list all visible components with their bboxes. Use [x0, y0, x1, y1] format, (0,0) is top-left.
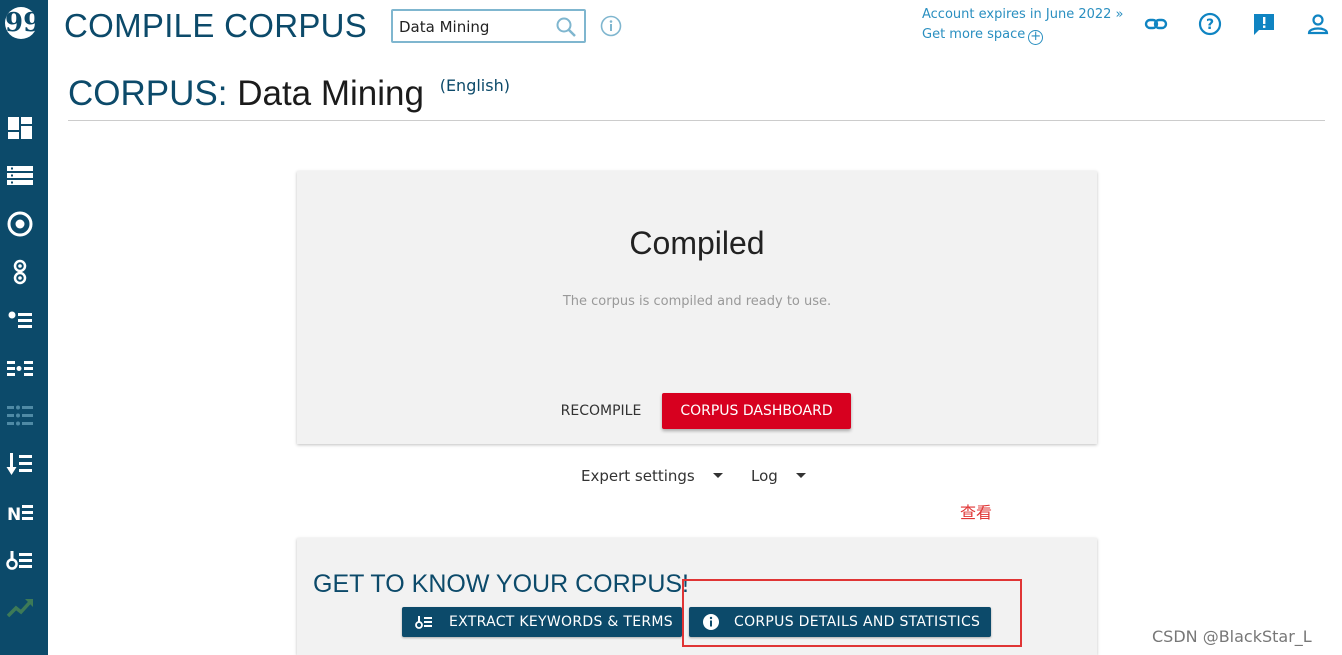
recompile-button[interactable]: RECOMPILE: [551, 393, 651, 429]
info-icon[interactable]: [600, 15, 622, 37]
corpus-name: Data Mining: [237, 74, 424, 113]
expert-settings-label: Expert settings: [581, 467, 695, 485]
watermark: CSDN @BlackStar_L: [1152, 627, 1312, 646]
divider: [68, 120, 1325, 121]
account-expiry-link[interactable]: Account expires in June 2022 »: [922, 5, 1124, 25]
svg-text:N: N: [7, 505, 21, 525]
help-icon[interactable]: ?: [1198, 12, 1222, 36]
know-corpus-title: GET TO KNOW YOUR CORPUS!: [313, 570, 689, 598]
keywords-icon[interactable]: [6, 450, 34, 478]
log-label: Log: [751, 467, 778, 485]
logo-icon[interactable]: 99: [5, 7, 41, 39]
svg-text:?: ?: [1206, 17, 1214, 33]
terms-icon[interactable]: [6, 546, 34, 574]
log-dropdown[interactable]: Log: [751, 464, 806, 488]
extract-keywords-button[interactable]: EXTRACT KEYWORDS & TERMS: [402, 607, 682, 637]
caret-down-icon: [712, 473, 723, 478]
keywords-terms-icon: [415, 616, 432, 629]
list-icon[interactable]: [6, 162, 34, 190]
collocations-icon[interactable]: [6, 258, 34, 286]
status-message: The corpus is compiled and ready to use.: [562, 294, 832, 309]
concordance-icon[interactable]: [6, 210, 34, 238]
corpus-dashboard-button[interactable]: CORPUS DASHBOARD: [662, 393, 851, 429]
search-icon[interactable]: [554, 15, 578, 39]
annotation-text: 查看: [960, 503, 993, 522]
word-sketch-icon[interactable]: [6, 402, 34, 430]
ngrams-icon[interactable]: N: [6, 498, 34, 526]
search-input[interactable]: [399, 16, 549, 38]
thesaurus-icon[interactable]: [6, 354, 34, 382]
link-icon[interactable]: [1144, 12, 1168, 36]
expert-settings-dropdown[interactable]: Expert settings: [581, 464, 723, 488]
sidebar: 99 N: [0, 0, 48, 655]
plus-circle-icon: +: [1028, 30, 1044, 45]
app-title: COMPILE CORPUS: [64, 7, 368, 44]
user-icon[interactable]: [1306, 12, 1330, 36]
page-title: CORPUS: Data Mining (English): [68, 72, 510, 116]
dashboard-icon[interactable]: [6, 114, 34, 142]
extract-keywords-label: EXTRACT KEYWORDS & TERMS: [449, 614, 673, 630]
compile-status-card: Compiled The corpus is compiled and read…: [297, 171, 1097, 444]
status-heading: Compiled: [629, 225, 765, 261]
corpus-language: (English): [439, 76, 510, 95]
get-more-space-label: Get more space: [922, 27, 1026, 42]
corpus-search: [391, 9, 586, 43]
trends-icon[interactable]: [6, 594, 34, 622]
word-list-icon[interactable]: [6, 306, 34, 334]
annotation-highlight-box: [682, 579, 1022, 647]
get-more-space-link[interactable]: Get more space +: [922, 25, 1124, 45]
account-info: Account expires in June 2022 » Get more …: [922, 5, 1124, 45]
caret-down-icon: [795, 473, 806, 478]
feedback-icon[interactable]: [1252, 12, 1276, 36]
corpus-prefix: CORPUS:: [68, 74, 228, 113]
